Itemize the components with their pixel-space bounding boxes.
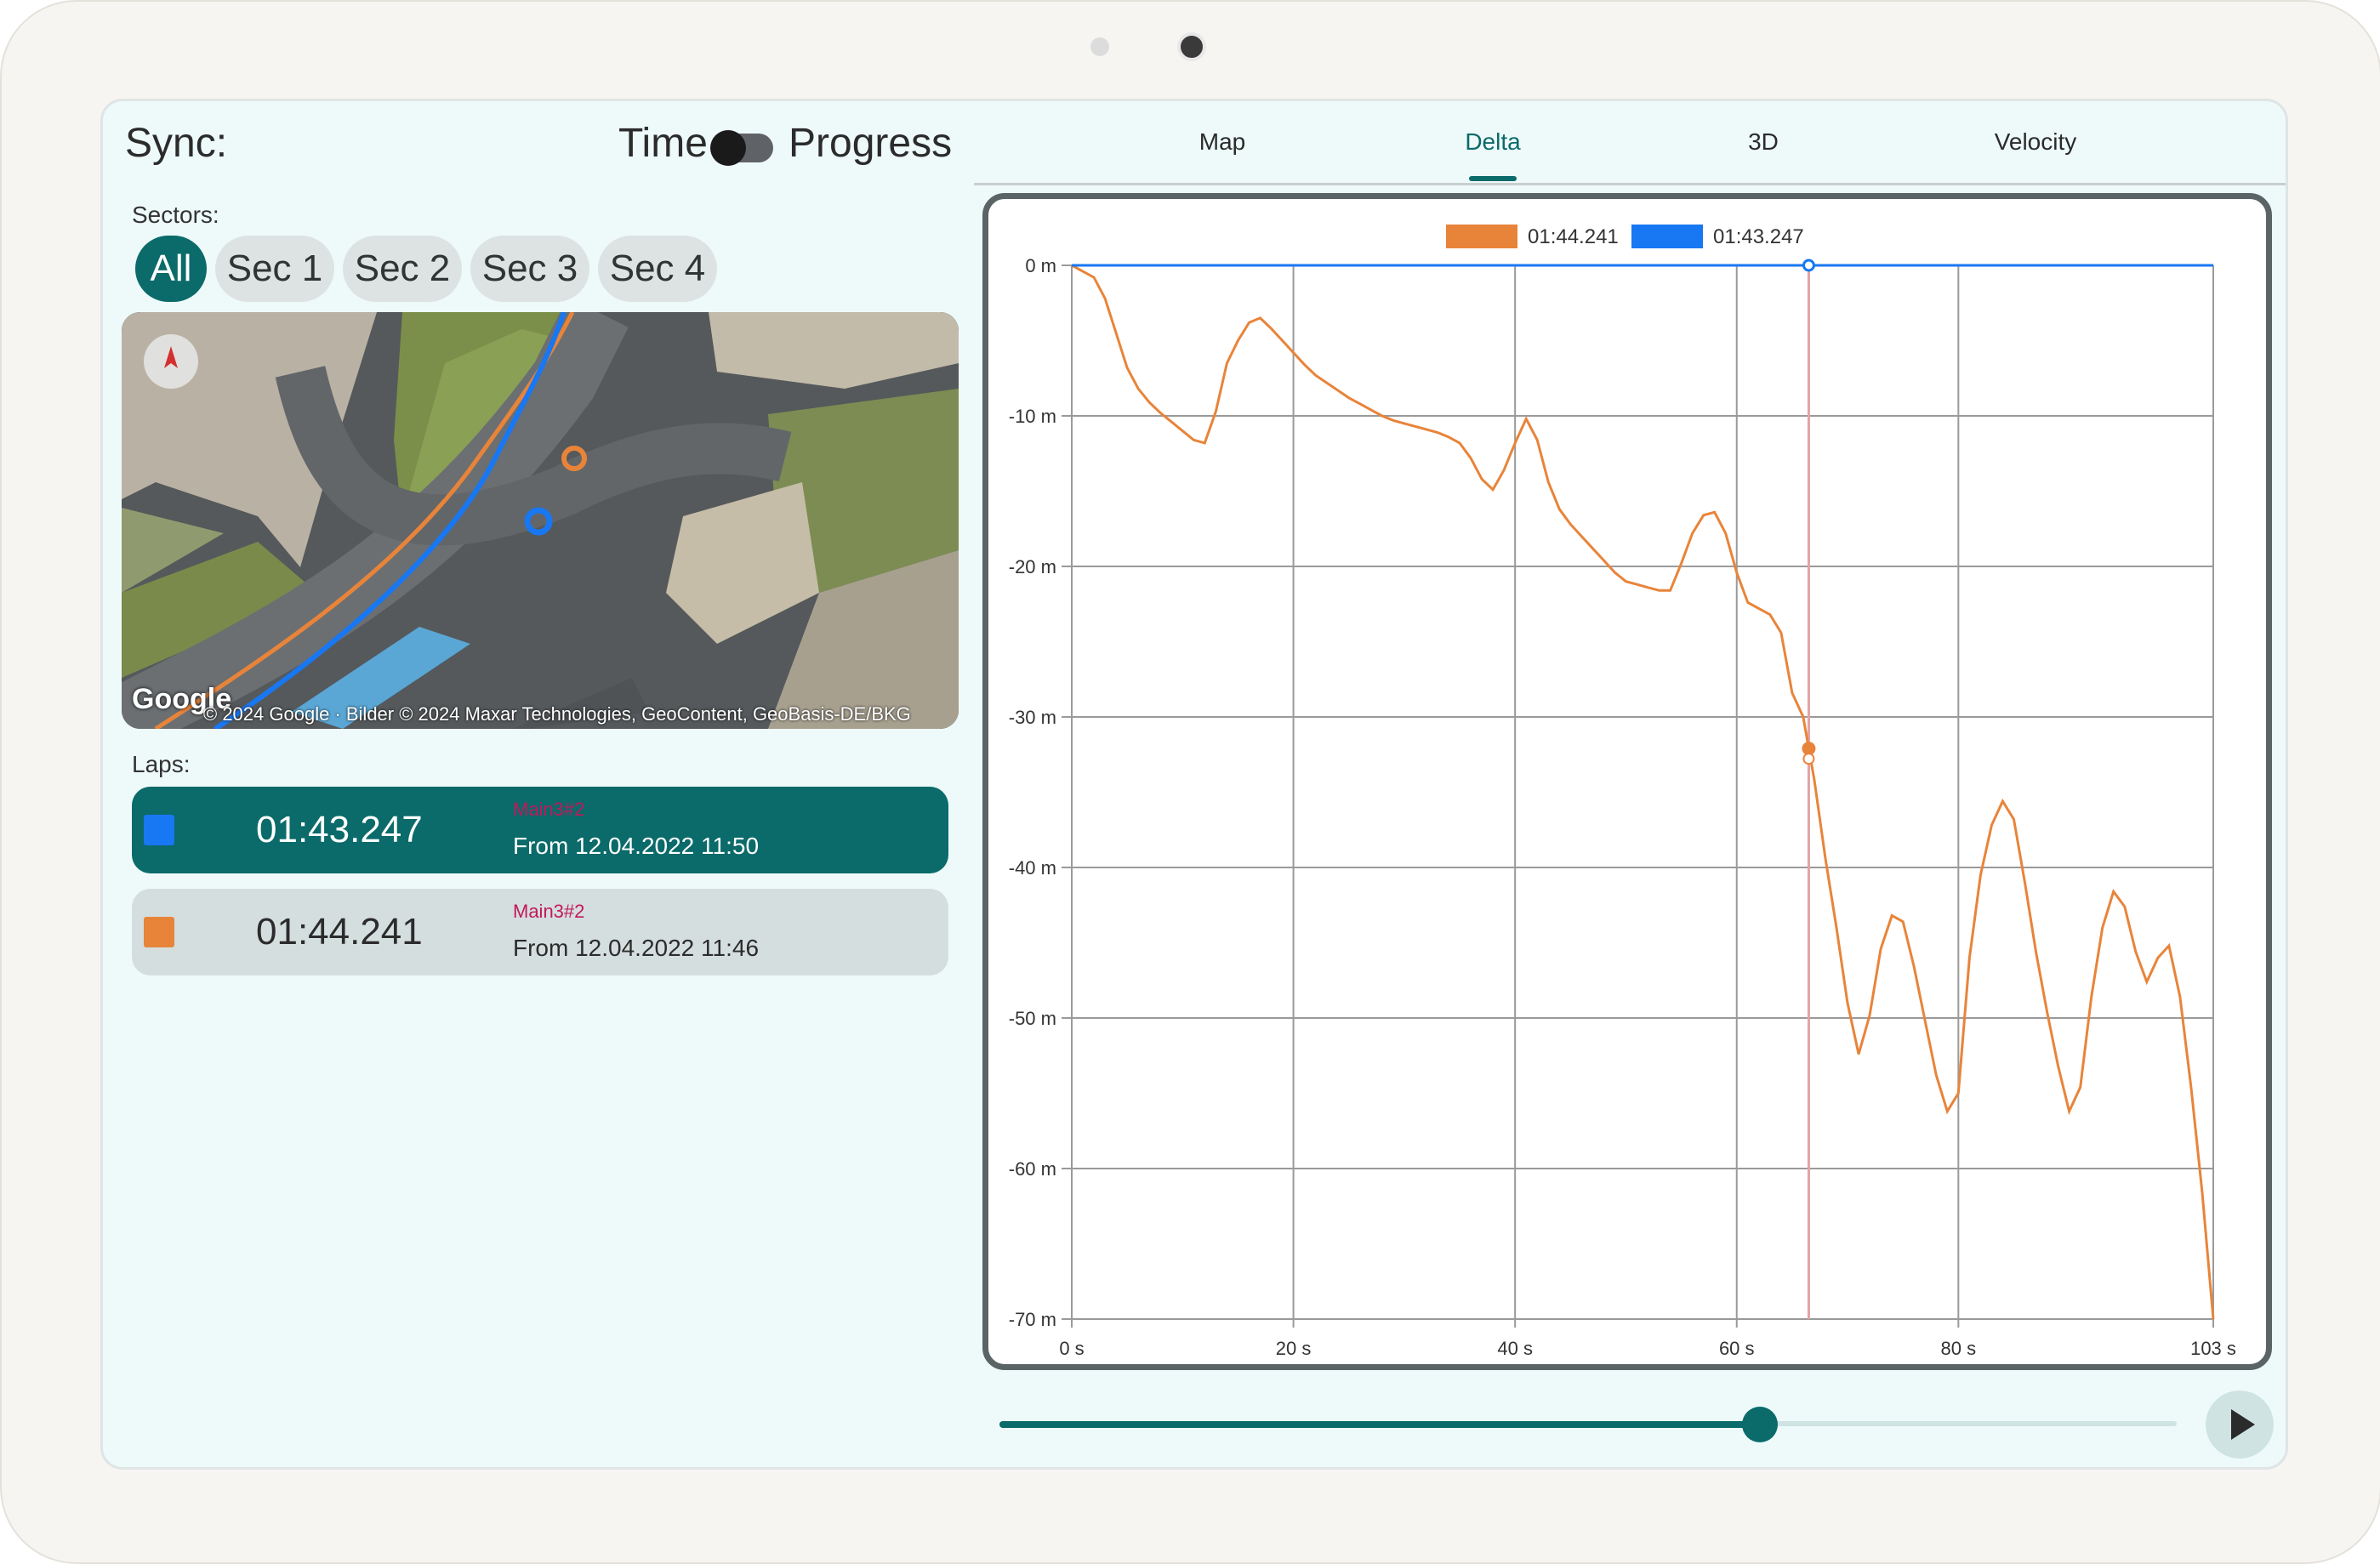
y-tick-label: -20 m bbox=[1009, 556, 1056, 577]
satellite-map[interactable]: Google © 2024 Google · Bilder © 2024 Max… bbox=[122, 312, 959, 729]
sensor-icon bbox=[1090, 37, 1109, 56]
legend-swatch bbox=[1631, 225, 1703, 248]
x-tick-label: 80 s bbox=[1941, 1338, 1977, 1359]
tabs-divider bbox=[974, 183, 2286, 185]
toggle-knob[interactable] bbox=[710, 130, 746, 166]
sync-time-label: Time bbox=[618, 121, 708, 166]
lap-date: From 12.04.2022 11:46 bbox=[513, 935, 760, 961]
sector-chip-sec-2[interactable]: Sec 2 bbox=[343, 236, 462, 302]
laps-label: Laps: bbox=[132, 751, 191, 777]
lap-session-tag: Main3#2 bbox=[513, 901, 585, 922]
legend-label: 01:44.241 bbox=[1528, 225, 1619, 248]
lap-item-selected[interactable]: 01:43.247 Main3#2 From 12.04.2022 11:50 bbox=[132, 787, 948, 873]
map-attribution: © 2024 Google · Bilder © 2024 Maxar Tech… bbox=[203, 703, 911, 725]
series-line bbox=[1071, 264, 2215, 1320]
sync-progress-label: Progress bbox=[789, 121, 953, 166]
sector-chip-sec-4[interactable]: Sec 4 bbox=[598, 236, 717, 302]
camera-icon bbox=[1177, 32, 1206, 61]
tab-delta[interactable]: Delta bbox=[1382, 128, 1603, 156]
tablet-frame: Sync: Time Progress Sectors: All Sec 1 S… bbox=[0, 0, 2380, 1564]
lap-color-swatch bbox=[144, 917, 174, 947]
lap-time: 01:44.241 bbox=[256, 911, 423, 953]
sync-mode-toggle[interactable] bbox=[710, 130, 773, 166]
y-tick-label: -30 m bbox=[1009, 707, 1056, 728]
playback-slider-thumb[interactable] bbox=[1741, 1407, 1778, 1442]
legend-swatch bbox=[1446, 225, 1517, 248]
legend-label: 01:43.247 bbox=[1713, 225, 1804, 248]
play-button[interactable] bbox=[2206, 1391, 2274, 1459]
lap-session-tag: Main3#2 bbox=[513, 799, 585, 820]
y-tick-label: -60 m bbox=[1009, 1158, 1056, 1180]
delta-chart-svg: 0 m -10 m -20 m -30 m -40 m -50 m -60 m -70 m0 … bbox=[1009, 225, 2236, 1359]
lap-color-swatch bbox=[144, 815, 174, 845]
play-icon bbox=[2231, 1409, 2255, 1440]
tab-3d[interactable]: 3D bbox=[1653, 128, 1874, 156]
sector-chip-sec-1[interactable]: Sec 1 bbox=[215, 236, 334, 302]
x-tick-label: 20 s bbox=[1276, 1338, 1312, 1359]
sync-label: Sync: bbox=[125, 121, 228, 166]
y-tick-label: -70 m bbox=[1009, 1309, 1056, 1330]
active-tab-indicator bbox=[1469, 176, 1517, 181]
tab-velocity[interactable]: Velocity bbox=[1925, 128, 2146, 156]
lap-time: 01:43.247 bbox=[256, 809, 423, 850]
sector-chip-all[interactable]: All bbox=[135, 236, 207, 302]
x-tick-label: 0 s bbox=[1059, 1338, 1084, 1359]
x-tick-label: 60 s bbox=[1719, 1338, 1755, 1359]
sector-chip-sec-3[interactable]: Sec 3 bbox=[470, 236, 589, 302]
x-tick-label: 103 s bbox=[2190, 1338, 2236, 1359]
lap-item[interactable]: 01:44.241 Main3#2 From 12.04.2022 11:46 bbox=[132, 889, 948, 975]
lap-date: From 12.04.2022 11:50 bbox=[513, 833, 760, 859]
y-tick-label: -10 m bbox=[1009, 406, 1056, 427]
playback-slider-fill bbox=[999, 1421, 1760, 1428]
x-tick-label: 40 s bbox=[1497, 1338, 1533, 1359]
y-tick-label: 0 m bbox=[1025, 255, 1056, 276]
sectors-label: Sectors: bbox=[132, 202, 219, 228]
map-imagery bbox=[122, 312, 959, 729]
tab-map[interactable]: Map bbox=[1112, 128, 1333, 156]
y-tick-label: -50 m bbox=[1009, 1008, 1056, 1029]
delta-chart[interactable]: 0 m -10 m -20 m -30 m -40 m -50 m -60 m -70 m0 … bbox=[982, 193, 2272, 1370]
cursor-marker bbox=[1802, 259, 1815, 272]
y-tick-label: -40 m bbox=[1009, 857, 1056, 879]
app-screen: Sync: Time Progress Sectors: All Sec 1 S… bbox=[100, 99, 2288, 1470]
cursor-marker bbox=[1802, 753, 1815, 765]
